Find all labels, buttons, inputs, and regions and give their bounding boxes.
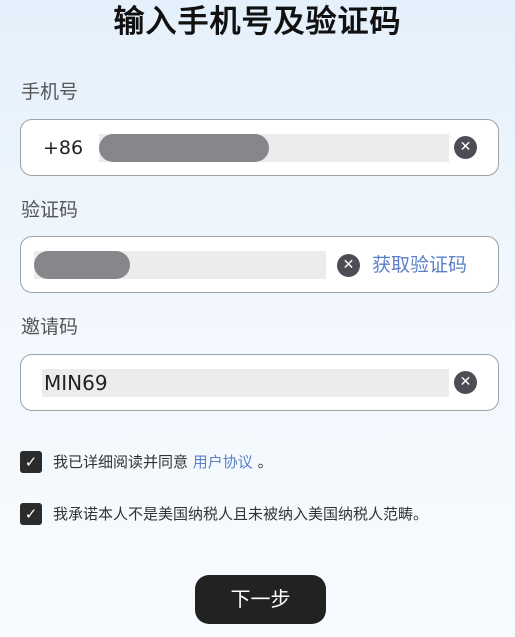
verification-clear-icon[interactable]: ✕ — [337, 254, 360, 277]
get-code-button[interactable]: 获取验证码 — [372, 252, 467, 278]
verification-redaction-mask — [34, 251, 130, 279]
invite-field[interactable]: MIN69 ✕ — [20, 354, 499, 411]
country-code[interactable]: +86 — [43, 135, 83, 161]
checkmark-icon: ✓ — [24, 453, 38, 471]
checkmark-icon: ✓ — [24, 505, 38, 523]
verification-field[interactable]: ✕ 获取验证码 — [20, 236, 499, 293]
user-agreement-link[interactable]: 用户协议 — [193, 453, 253, 471]
next-button[interactable]: 下一步 — [195, 575, 326, 624]
agreement-checkbox[interactable]: ✓ — [20, 451, 42, 473]
us-statement-checkbox[interactable]: ✓ — [20, 503, 42, 525]
verification-input[interactable] — [34, 251, 326, 279]
phone-label: 手机号 — [21, 81, 79, 103]
phone-field[interactable]: +86 ✕ — [20, 119, 499, 176]
phone-input[interactable] — [99, 134, 449, 162]
agreement-text: 我已详细阅读并同意 用户协议 。 — [53, 451, 273, 473]
agreement-suffix: 。 — [257, 453, 273, 471]
page-title: 输入手机号及验证码 — [113, 4, 402, 40]
phone-redaction-mask — [99, 134, 269, 162]
invite-label: 邀请码 — [21, 316, 79, 338]
us-statement-text: 我承诺本人不是美国纳税人且未被纳入美国纳税人范畴。 — [53, 505, 429, 523]
phone-clear-icon[interactable]: ✕ — [454, 136, 477, 159]
agreement-prefix: 我已详细阅读并同意 — [53, 453, 189, 471]
invite-clear-icon[interactable]: ✕ — [454, 371, 477, 394]
invite-input[interactable]: MIN69 — [42, 369, 449, 397]
verification-label: 验证码 — [21, 199, 79, 221]
invite-input-value: MIN69 — [44, 371, 108, 395]
